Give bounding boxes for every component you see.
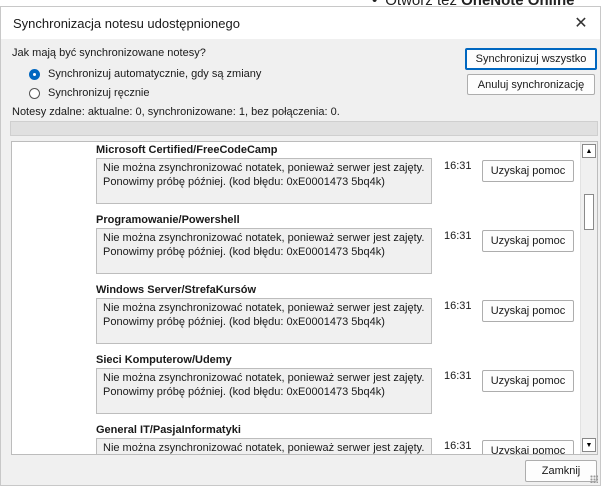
close-button[interactable]: Zamknij [525,460,597,482]
error-message: Nie można zsynchronizować notatek, ponie… [96,228,432,274]
sync-status-text: Notesy zdalne: aktualne: 0, synchronizow… [12,106,340,118]
resize-grip-icon[interactable] [590,475,598,483]
error-message: Nie można zsynchronizować notatek, ponie… [96,438,432,454]
scroll-up-icon[interactable]: ▲ [582,144,596,158]
radio-manual-sync[interactable]: Synchronizuj ręcznie [29,87,150,99]
notebook-name: Microsoft Certified/FreeCodeCamp [96,144,278,156]
get-help-button[interactable]: Uzyskaj pomoc [482,160,574,182]
get-help-label: Uzyskaj pomoc [490,235,566,247]
cancel-sync-label: Anuluj synchronizację [477,78,585,91]
get-help-button[interactable]: Uzyskaj pomoc [482,370,574,392]
error-message: Nie można zsynchronizować notatek, ponie… [96,158,432,204]
error-time: 16:31 [444,230,472,242]
error-time: 16:31 [444,440,472,452]
radio-auto-sync[interactable]: Synchronizuj automatycznie, gdy są zmian… [29,68,261,80]
error-message: Nie można zsynchronizować notatek, ponie… [96,368,432,414]
get-help-button[interactable]: Uzyskaj pomoc [482,230,574,252]
get-help-label: Uzyskaj pomoc [490,445,566,455]
radio-checked-icon[interactable] [29,68,40,80]
cancel-sync-button[interactable]: Anuluj synchronizację [467,74,595,95]
notebook-name: General IT/PasjaInformatyki [96,424,241,436]
dialog-title: Synchronizacja notesu udostępnionego [13,16,240,31]
get-help-button[interactable]: Uzyskaj pomoc [482,440,574,455]
sync-question: Jak mają być synchronizowane notesy? [12,47,206,59]
sync-all-button[interactable]: Synchronizuj wszystko [465,48,597,70]
notebook-list[interactable]: Microsoft Certified/FreeCodeCamp Nie moż… [11,141,598,455]
error-time: 16:31 [444,370,472,382]
radio-unchecked-icon[interactable] [29,87,40,99]
sync-all-label: Synchronizuj wszystko [475,53,587,65]
close-button-label: Zamknij [541,465,581,477]
scroll-down-icon[interactable]: ▼ [582,438,596,452]
radio-manual-label[interactable]: Synchronizuj ręcznie [48,87,150,99]
vertical-scrollbar[interactable]: ▲ ▼ [580,142,597,454]
error-time: 16:31 [444,160,472,172]
sync-progress-bar [10,121,598,136]
error-time: 16:31 [444,300,472,312]
sync-dialog: Synchronizacja notesu udostępnionego ✕ J… [0,6,601,486]
error-message: Nie można zsynchronizować notatek, ponie… [96,298,432,344]
get-help-label: Uzyskaj pomoc [490,305,566,317]
title-bar: Synchronizacja notesu udostępnionego ✕ [1,7,600,39]
get-help-label: Uzyskaj pomoc [490,165,566,177]
notebook-name: Windows Server/StrefaKursów [96,284,257,296]
get-help-label: Uzyskaj pomoc [490,375,566,387]
radio-auto-label[interactable]: Synchronizuj automatycznie, gdy są zmian… [48,68,261,80]
notebook-name: Programowanie/Powershell [96,214,240,226]
scrollbar-thumb[interactable] [584,194,594,230]
close-icon[interactable]: ✕ [562,7,600,39]
notebook-name: Sieci Komputerow/Udemy [96,354,232,366]
get-help-button[interactable]: Uzyskaj pomoc [482,300,574,322]
